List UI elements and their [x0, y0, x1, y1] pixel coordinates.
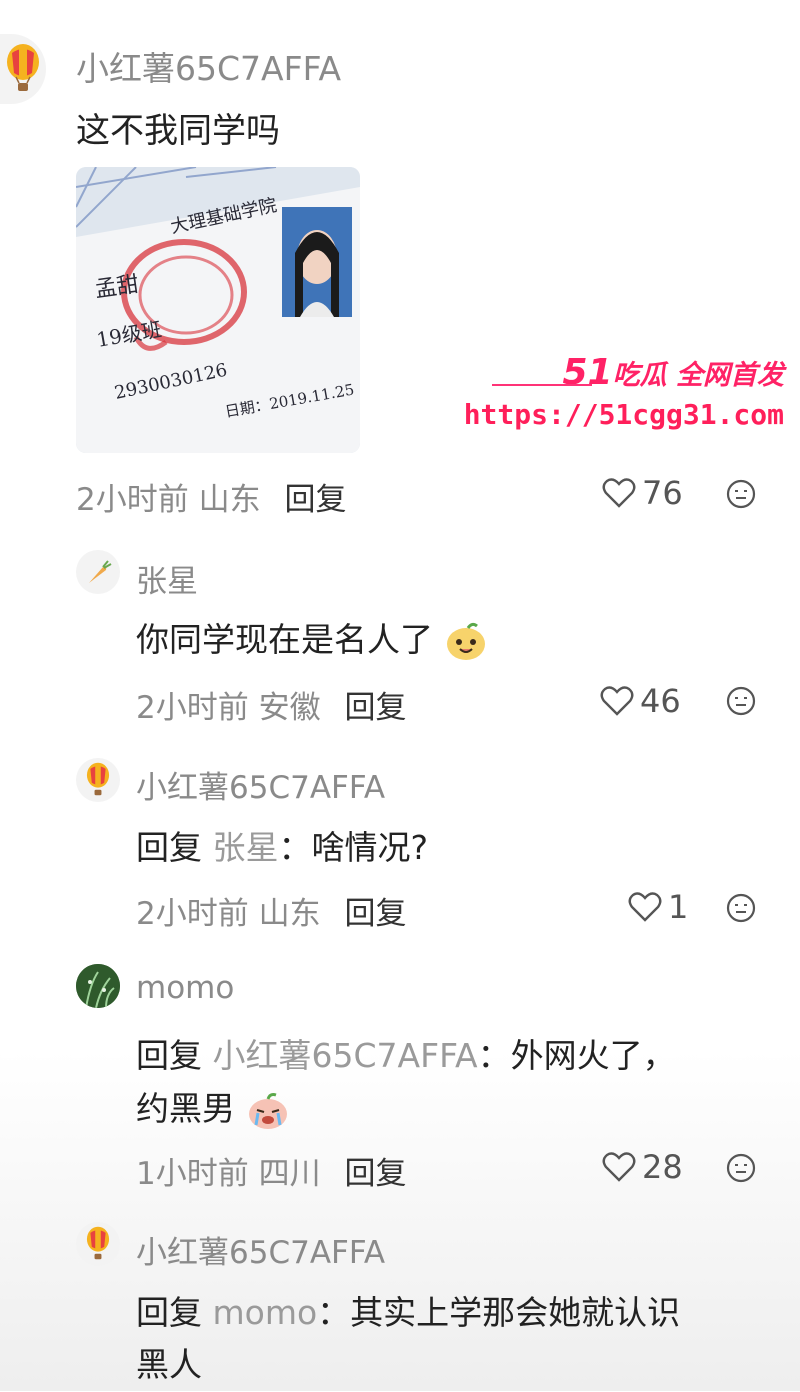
- mention-link[interactable]: 张星: [213, 828, 279, 867]
- mention-link[interactable]: 小红薯65C7AFFA: [213, 1036, 478, 1075]
- username[interactable]: 小红薯65C7AFFA: [76, 42, 341, 90]
- dislike-face-icon[interactable]: [726, 686, 756, 716]
- comment-location: 安徽: [258, 690, 321, 726]
- like-button[interactable]: 1: [628, 888, 688, 926]
- username[interactable]: 小红薯65C7AFFA: [136, 762, 385, 807]
- reply-button[interactable]: 回复: [284, 482, 346, 518]
- like-button[interactable]: 28: [602, 1148, 683, 1186]
- avatar[interactable]: [76, 1222, 120, 1266]
- comment-text-content: 你同学现在是名人了: [136, 620, 433, 659]
- comment-location: 四川: [258, 1156, 321, 1192]
- comment-location: 山东: [198, 482, 261, 518]
- hot-air-balloon-icon: [86, 762, 110, 796]
- comment-meta: 1小时前 四川 回复: [136, 1148, 406, 1193]
- avatar[interactable]: [76, 758, 120, 802]
- reply-keyword: 回复: [136, 1036, 202, 1075]
- comment-text: 回复 小红薯65C7AFFA：外网火了，: [136, 1029, 676, 1083]
- like-button[interactable]: 76: [602, 474, 683, 512]
- like-count: 46: [640, 682, 681, 720]
- comment-meta: 2小时前 山东 回复: [136, 888, 406, 933]
- like-button[interactable]: 46: [600, 682, 681, 720]
- reply-keyword: 回复: [136, 1293, 202, 1332]
- comment-time: 2小时前: [136, 896, 249, 932]
- comment-location: 山东: [258, 896, 321, 932]
- comment-text: 你同学现在是名人了: [136, 613, 488, 667]
- carrot-icon: [89, 560, 112, 583]
- crying-emoji-icon: [248, 1092, 287, 1129]
- heart-icon: [602, 478, 636, 508]
- hot-air-balloon-icon: [86, 1226, 110, 1260]
- comment-meta: 2小时前 安徽 回复: [136, 682, 406, 727]
- comment-text-line2: 约黑男: [136, 1082, 290, 1136]
- comment-meta: 2小时前 山东 回复: [76, 474, 346, 519]
- dislike-face-icon[interactable]: [726, 1153, 756, 1183]
- dislike-face-icon[interactable]: [726, 893, 756, 923]
- watermark-line: [492, 384, 592, 386]
- reply-keyword: 回复: [136, 828, 202, 867]
- heart-icon: [600, 686, 634, 716]
- comment-text: 这不我同学吗: [76, 111, 280, 151]
- watermark-url: https://51cgg31.com: [463, 398, 784, 431]
- reply-button[interactable]: 回复: [344, 1156, 406, 1192]
- watermark-brand-num: 51: [562, 352, 613, 393]
- like-count: 28: [642, 1148, 683, 1186]
- grin-emoji-icon: [446, 622, 485, 660]
- username[interactable]: 张星: [136, 556, 198, 601]
- plant-photo-icon: [76, 964, 120, 1008]
- watermark-brand-text: 吃瓜 全网首发: [612, 360, 784, 391]
- username[interactable]: 小红薯65C7AFFA: [136, 1227, 385, 1272]
- comment-time: 2小时前: [76, 482, 189, 518]
- comment-text: 回复 张星：啥情况?: [136, 821, 428, 875]
- comment-text-content: ：外网火了，: [477, 1036, 676, 1075]
- dislike-face-icon[interactable]: [726, 479, 756, 509]
- watermark: 51吃瓜 全网首发 https://51cgg31.com: [464, 352, 792, 442]
- watermark-brand: 51吃瓜 全网首发: [562, 352, 784, 393]
- heart-icon: [602, 1152, 636, 1182]
- reply-button[interactable]: 回复: [344, 896, 406, 932]
- reply-button[interactable]: 回复: [344, 690, 406, 726]
- hot-air-balloon-icon: [7, 44, 39, 91]
- comment-text-content: ：啥情况?: [278, 828, 429, 867]
- comment-time: 1小时前: [136, 1156, 249, 1192]
- comment-text-content: ：其实上学那会她就认识: [317, 1293, 681, 1332]
- avatar[interactable]: [0, 34, 46, 104]
- comment-time: 2小时前: [136, 690, 249, 726]
- like-count: 1: [668, 888, 689, 926]
- heart-icon: [628, 892, 662, 922]
- mention-link[interactable]: momo: [213, 1293, 318, 1332]
- comment-text: 回复 momo：其实上学那会她就认识: [136, 1286, 680, 1340]
- avatar[interactable]: [76, 964, 120, 1008]
- like-count: 76: [642, 474, 683, 512]
- avatar[interactable]: [76, 550, 120, 594]
- comment-text-line2: 黑人: [136, 1345, 202, 1384]
- comment-text-content-2: 约黑男: [136, 1089, 235, 1128]
- attached-photo[interactable]: 大理基础学院 孟甜 19级班 2930030126 日期：2019.11.25: [76, 167, 360, 453]
- username[interactable]: momo: [136, 970, 234, 1006]
